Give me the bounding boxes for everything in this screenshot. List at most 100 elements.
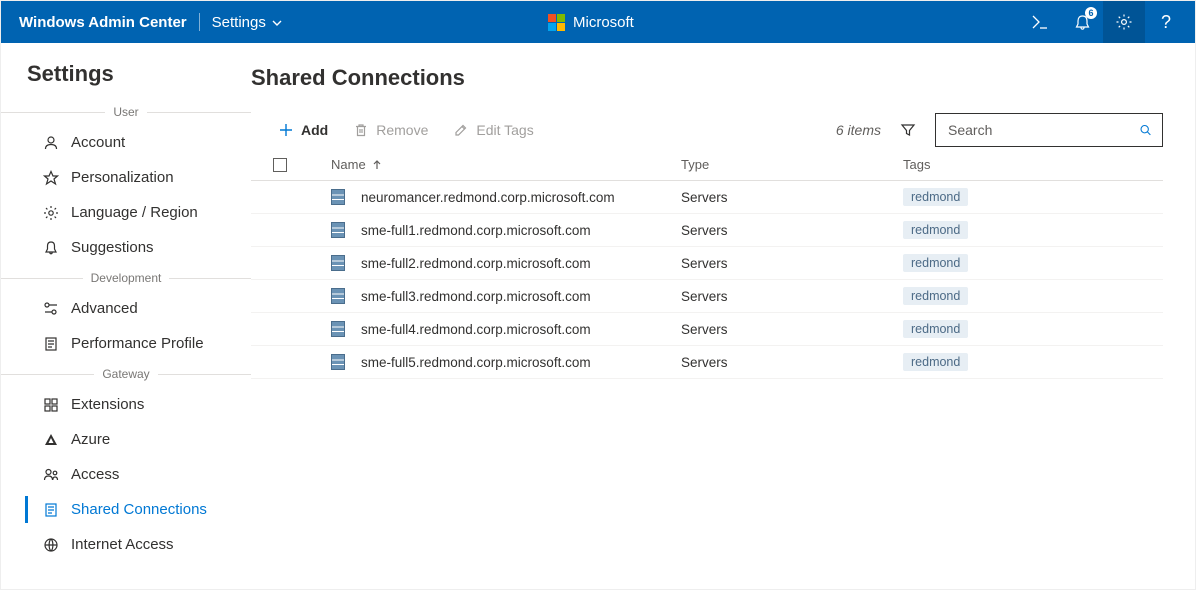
sidebar-item-label: Extensions xyxy=(71,396,144,413)
toolbar: Add Remove Edit Tags 6 items xyxy=(251,113,1163,147)
dev-icon xyxy=(43,301,59,317)
search-box[interactable] xyxy=(935,113,1163,147)
sidebar-item-advanced[interactable]: Advanced xyxy=(1,291,251,326)
page-title: Settings xyxy=(1,61,251,99)
select-all-checkbox[interactable] xyxy=(273,158,287,172)
sidebar-item-access[interactable]: Access xyxy=(1,457,251,492)
sidebar-group-development: Development xyxy=(1,265,251,291)
sort-asc-icon xyxy=(372,160,382,170)
sidebar-item-azure[interactable]: Azure xyxy=(1,422,251,457)
sidebar-item-personalization[interactable]: Personalization xyxy=(1,160,251,195)
sidebar-item-label: Personalization xyxy=(71,169,174,186)
tag-chip: redmond xyxy=(903,287,968,305)
cell-type: Servers xyxy=(681,190,903,205)
main-panel: Shared Connections Add Remove Edit Tags … xyxy=(251,43,1195,589)
globe-icon xyxy=(43,537,59,553)
help-button[interactable]: ? xyxy=(1145,1,1187,43)
sidebar-item-label: Shared Connections xyxy=(71,501,207,518)
sidebar-item-performance[interactable]: Performance Profile xyxy=(1,326,251,361)
cell-type: Servers xyxy=(681,256,903,271)
table-row[interactable]: sme-full5.redmond.corp.microsoft.com Serv… xyxy=(251,346,1163,379)
server-icon xyxy=(331,288,345,304)
search-icon xyxy=(1139,122,1152,138)
remove-label: Remove xyxy=(376,122,428,138)
cell-name: sme-full2.redmond.corp.microsoft.com xyxy=(361,256,591,271)
sidebar-item-suggestions[interactable]: Suggestions xyxy=(1,230,251,265)
server-icon xyxy=(331,189,345,205)
sidebar-item-label: Azure xyxy=(71,431,110,448)
tag-chip: redmond xyxy=(903,320,968,338)
notifications-button[interactable]: 6 xyxy=(1061,1,1103,43)
sidebar-item-language[interactable]: Language / Region xyxy=(1,195,251,230)
cell-name: neuromancer.redmond.corp.microsoft.com xyxy=(361,190,615,205)
header-center: Microsoft xyxy=(162,13,1019,31)
sidebar-item-label: Access xyxy=(71,466,119,483)
table-row[interactable]: sme-full4.redmond.corp.microsoft.com Serv… xyxy=(251,313,1163,346)
cell-name: sme-full5.redmond.corp.microsoft.com xyxy=(361,355,591,370)
column-header-type[interactable]: Type xyxy=(681,157,903,172)
document-icon xyxy=(43,336,59,352)
table-row[interactable]: sme-full1.redmond.corp.microsoft.com Serv… xyxy=(251,214,1163,247)
search-input[interactable] xyxy=(946,121,1131,139)
remove-button[interactable]: Remove xyxy=(348,118,434,142)
sidebar-item-label: Account xyxy=(71,134,125,151)
sidebar-item-label: Internet Access xyxy=(71,536,174,553)
microsoft-logo-icon xyxy=(547,13,565,31)
server-icon xyxy=(331,354,345,370)
table-row[interactable]: sme-full3.redmond.corp.microsoft.com Serv… xyxy=(251,280,1163,313)
item-count: 6 items xyxy=(836,122,881,138)
cell-name: sme-full4.redmond.corp.microsoft.com xyxy=(361,322,591,337)
question-icon: ? xyxy=(1161,12,1171,33)
cell-type: Servers xyxy=(681,289,903,304)
sidebar-item-account[interactable]: Account xyxy=(1,125,251,160)
table-row[interactable]: neuromancer.redmond.corp.microsoft.com Se… xyxy=(251,181,1163,214)
plus-icon xyxy=(279,123,293,137)
document-icon xyxy=(43,502,59,518)
sidebar: Settings User Account Personalization La… xyxy=(1,43,251,589)
cell-name: sme-full3.redmond.corp.microsoft.com xyxy=(361,289,591,304)
sidebar-item-label: Language / Region xyxy=(71,204,198,221)
terminal-icon xyxy=(1031,13,1049,31)
azure-icon xyxy=(43,432,59,448)
column-header-name[interactable]: Name xyxy=(331,157,681,172)
tag-chip: redmond xyxy=(903,254,968,272)
bell-icon xyxy=(43,240,59,256)
filter-button[interactable] xyxy=(895,122,921,138)
sidebar-group-user: User xyxy=(1,99,251,125)
table-row[interactable]: sme-full2.redmond.corp.microsoft.com Serv… xyxy=(251,247,1163,280)
tag-chip: redmond xyxy=(903,221,968,239)
settings-button[interactable] xyxy=(1103,1,1145,43)
main-title: Shared Connections xyxy=(251,65,1163,91)
pencil-icon xyxy=(454,123,468,137)
sidebar-item-label: Performance Profile xyxy=(71,335,204,352)
powershell-button[interactable] xyxy=(1019,1,1061,43)
cell-name: sme-full1.redmond.corp.microsoft.com xyxy=(361,223,591,238)
filter-icon xyxy=(900,122,916,138)
cell-type: Servers xyxy=(681,355,903,370)
server-icon xyxy=(331,222,345,238)
notification-badge: 6 xyxy=(1085,7,1097,19)
gear-icon xyxy=(43,205,59,221)
sidebar-item-extensions[interactable]: Extensions xyxy=(1,387,251,422)
tag-chip: redmond xyxy=(903,353,968,371)
cell-type: Servers xyxy=(681,223,903,238)
tag-chip: redmond xyxy=(903,188,968,206)
column-header-tags[interactable]: Tags xyxy=(903,157,1163,172)
server-icon xyxy=(331,255,345,271)
person-icon xyxy=(43,135,59,151)
microsoft-label: Microsoft xyxy=(573,14,634,31)
sidebar-group-gateway: Gateway xyxy=(1,361,251,387)
sidebar-item-label: Suggestions xyxy=(71,239,154,256)
star-icon xyxy=(43,170,59,186)
cell-type: Servers xyxy=(681,322,903,337)
edit-tags-button[interactable]: Edit Tags xyxy=(448,118,539,142)
add-button[interactable]: Add xyxy=(273,118,334,142)
grid-icon xyxy=(43,397,59,413)
sidebar-item-shared-connections[interactable]: Shared Connections xyxy=(1,492,251,527)
trash-icon xyxy=(354,123,368,137)
sidebar-item-internet-access[interactable]: Internet Access xyxy=(1,527,251,562)
server-icon xyxy=(331,321,345,337)
table-body: neuromancer.redmond.corp.microsoft.com Se… xyxy=(251,181,1163,379)
table-header: Name Type Tags xyxy=(251,147,1163,181)
top-bar: Windows Admin Center Settings Microsoft … xyxy=(1,1,1195,43)
